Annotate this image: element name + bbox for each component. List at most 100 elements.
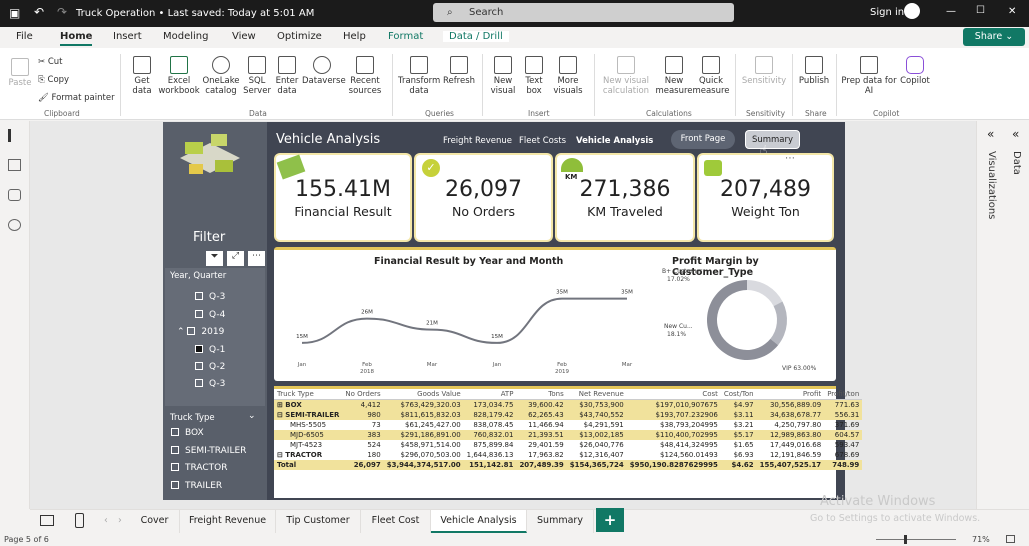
- summary-button[interactable]: Summary: [745, 130, 800, 149]
- add-page-button[interactable]: +: [596, 508, 624, 532]
- line-chart[interactable]: 15M Jan 26M Feb 21M Mar 15M Jan 35M Feb 35M Mar 2018…: [282, 270, 662, 380]
- model-view-icon[interactable]: [8, 189, 21, 201]
- slicer-item[interactable]: Q-3: [195, 292, 225, 302]
- nav-freight-revenue[interactable]: Freight Revenue: [443, 136, 512, 146]
- nav-vehicle-analysis[interactable]: Vehicle Analysis: [576, 136, 653, 146]
- collapse-visualizations-icon[interactable]: «: [987, 127, 994, 141]
- front-page-button[interactable]: Front Page: [671, 130, 735, 149]
- table-row[interactable]: MHS-5505 73 $61,245,427.00 838,078.45 11,466…: [274, 420, 862, 430]
- minimize-button[interactable]: —: [946, 6, 956, 17]
- slicer-item[interactable]: Q-3: [195, 379, 225, 389]
- menu-format[interactable]: Format: [388, 31, 423, 42]
- slicer-item[interactable]: Q-2: [195, 362, 225, 372]
- menu-modeling[interactable]: Modeling: [163, 31, 209, 42]
- table-row[interactable]: ⊟ TRACTOR 180 $296,070,503.00 1,644,836.13 1…: [274, 450, 862, 460]
- visualizations-pane-toggle[interactable]: Visualizations: [986, 151, 997, 219]
- paste-button[interactable]: Paste: [6, 58, 34, 88]
- table-row[interactable]: MJT-4523 524 $458,971,514.00 875,899.84 29,4…: [274, 440, 862, 450]
- menu-home[interactable]: Home: [60, 31, 93, 46]
- menu-view[interactable]: View: [232, 31, 256, 42]
- cut-button[interactable]: ✂ Cut: [38, 57, 62, 67]
- report-view-icon[interactable]: [8, 129, 21, 142]
- table-row[interactable]: Total 26,097 $3,944,374,517.00 151,142.81 20…: [274, 460, 863, 470]
- nav-fleet-costs[interactable]: Fleet Costs: [519, 136, 566, 146]
- text-box-button[interactable]: Text box: [520, 56, 548, 96]
- undo-icon[interactable]: ↶: [34, 5, 44, 19]
- tab-summary[interactable]: Summary: [527, 510, 594, 533]
- tab-freight-revenue[interactable]: Freight Revenue: [180, 510, 276, 533]
- tab-cover[interactable]: Cover: [130, 510, 180, 533]
- redo-icon[interactable]: ↷: [57, 5, 67, 19]
- zoom-slider[interactable]: [876, 535, 956, 544]
- copilot-button[interactable]: Copilot: [896, 56, 934, 86]
- more-options-icon[interactable]: ⋯: [785, 153, 795, 164]
- filter-icon[interactable]: ⏷: [206, 251, 223, 266]
- donut-chart[interactable]: B+ Customer17.02% New Cu...18.1% VIP 63.00…: [662, 268, 832, 380]
- recent-sources-button[interactable]: Recent sources: [344, 56, 386, 96]
- zoom-thumb[interactable]: [904, 535, 907, 544]
- tab-fleet-cost[interactable]: Fleet Cost: [361, 510, 431, 533]
- menu-help[interactable]: Help: [343, 31, 366, 42]
- dataverse-button[interactable]: Dataverse: [302, 56, 346, 86]
- publish-button[interactable]: Publish: [796, 56, 832, 86]
- table-header[interactable]: Truck Type: [274, 389, 343, 400]
- new-measure-button[interactable]: New measure: [655, 56, 693, 96]
- maximize-button[interactable]: ☐: [976, 5, 985, 16]
- dax-query-icon[interactable]: [8, 219, 21, 231]
- sensitivity-button[interactable]: Sensitivity: [740, 56, 788, 86]
- more-visuals-button[interactable]: More visuals: [550, 56, 586, 96]
- focus-mode-icon[interactable]: ⤢: [227, 251, 244, 266]
- table-header[interactable]: ATP: [463, 389, 517, 400]
- menu-optimize[interactable]: Optimize: [277, 31, 322, 42]
- table-header[interactable]: Net Revenue: [566, 389, 627, 400]
- table-header[interactable]: Tons: [516, 389, 567, 400]
- enter-data-button[interactable]: Enter data: [273, 56, 301, 96]
- slicer-item[interactable]: Q-1: [195, 345, 225, 355]
- tab-vehicle-analysis[interactable]: Vehicle Analysis: [431, 510, 527, 533]
- slicer-item[interactable]: ⌃ 2019: [177, 327, 224, 337]
- table-header[interactable]: Profit: [756, 389, 825, 400]
- table-header[interactable]: Profit/ton: [824, 389, 863, 400]
- tab-tip-customer[interactable]: Tip Customer: [276, 510, 361, 533]
- sign-in-button[interactable]: Sign in: [870, 7, 904, 18]
- table-header[interactable]: Cost: [626, 389, 721, 400]
- onelake-catalog-button[interactable]: OneLake catalog: [201, 56, 241, 96]
- fit-page-icon[interactable]: [1006, 535, 1015, 543]
- table-header[interactable]: Goods Value: [383, 389, 464, 400]
- format-painter-button[interactable]: 🖌 Format painter: [38, 93, 115, 103]
- donut-slice[interactable]: [747, 280, 783, 307]
- data-pane-toggle[interactable]: Data: [1011, 151, 1022, 175]
- table-row[interactable]: ⊞ BOX 4,412 $763,429,320.03 173,034.75 39,60…: [274, 399, 863, 410]
- chevron-down-icon[interactable]: ⌄: [248, 411, 256, 421]
- table-view-icon[interactable]: [8, 159, 21, 171]
- close-button[interactable]: ✕: [1008, 6, 1016, 17]
- menu-file[interactable]: File: [16, 31, 33, 42]
- new-visual-calculation-button[interactable]: New visual calculation: [598, 56, 654, 96]
- table-header[interactable]: No Orders: [342, 389, 384, 400]
- new-visual-button[interactable]: New visual: [488, 56, 518, 96]
- copy-button[interactable]: ⎘ Copy: [38, 75, 69, 85]
- prep-data-ai-button[interactable]: Prep data for AI: [840, 56, 898, 96]
- slicer-item[interactable]: BOX: [171, 428, 204, 438]
- menu-insert[interactable]: Insert: [113, 31, 142, 42]
- more-options-icon[interactable]: ⋯: [248, 251, 265, 266]
- menu-data-drill[interactable]: Data / Drill: [443, 31, 509, 42]
- prev-page-icon[interactable]: ‹: [104, 515, 108, 526]
- get-data-button[interactable]: Get data: [127, 56, 157, 96]
- save-icon[interactable]: ▣: [9, 6, 20, 20]
- refresh-button[interactable]: Refresh: [442, 56, 476, 86]
- sql-server-button[interactable]: SQL Server: [242, 56, 272, 96]
- mobile-view-icon[interactable]: [75, 513, 84, 528]
- transform-data-button[interactable]: Transform data: [398, 56, 440, 96]
- donut-slice[interactable]: [770, 301, 787, 346]
- line-series[interactable]: [301, 297, 627, 344]
- search-input[interactable]: ⌕ Search: [433, 3, 734, 22]
- table-row[interactable]: MJD-6505 383 $291,186,891.00 760,832.01 21,3…: [274, 430, 863, 440]
- excel-workbook-button[interactable]: Excel workbook: [158, 56, 200, 96]
- table-header[interactable]: Cost/Ton: [720, 389, 757, 400]
- share-button[interactable]: Share ⌄: [963, 28, 1025, 46]
- slicer-item[interactable]: SEMI-TRAILER: [171, 446, 246, 456]
- next-page-icon[interactable]: ›: [118, 515, 122, 526]
- table-row[interactable]: ⊟ SEMI-TRAILER 980 $811,615,832.03 828,179.…: [274, 410, 863, 420]
- slicer-item[interactable]: TRACTOR: [171, 463, 228, 473]
